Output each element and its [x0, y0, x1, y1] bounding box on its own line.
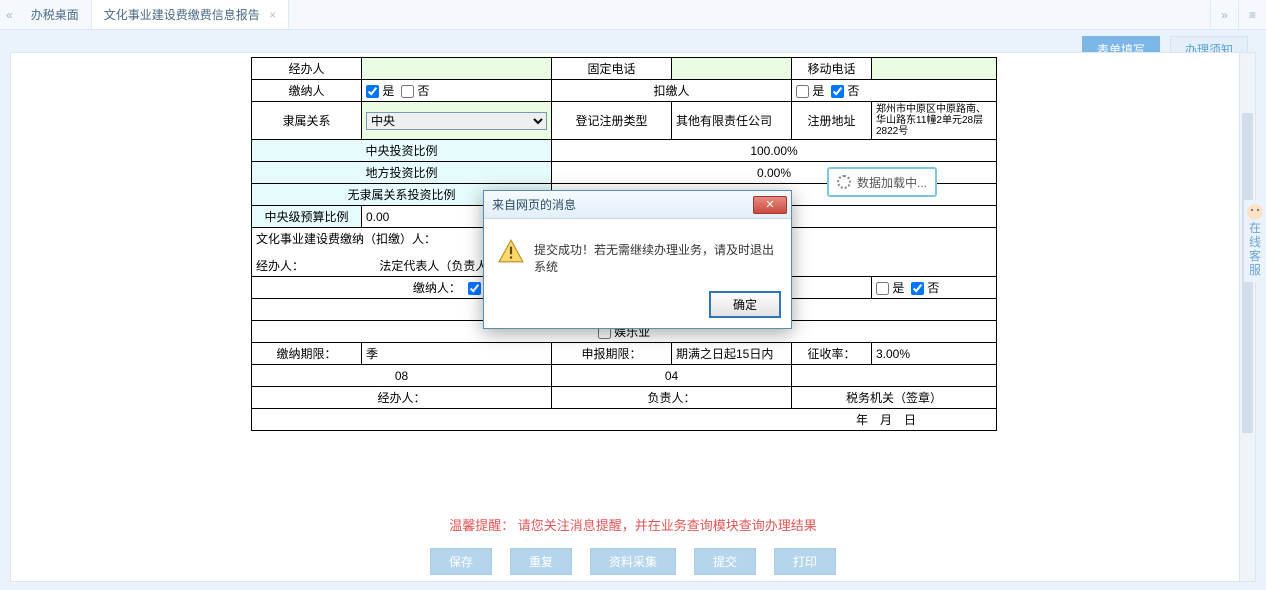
warning-icon [498, 239, 524, 263]
checkbox-right-no[interactable] [911, 282, 924, 295]
table-row: 缴纳期限： 季 申报期限： 期满之日起15日内 征收率： 3.00% [252, 343, 997, 365]
tabs-menu-icon[interactable]: ≡ [1238, 1, 1266, 29]
footer-tip: 温馨提醒： 请您关注消息提醒，并在业务查询模块查询办理结果 [11, 515, 1255, 534]
value-08: 08 [252, 365, 552, 387]
value-zhongyangtz: 100.00% [552, 140, 997, 162]
checkbox-kjr-yes[interactable] [796, 85, 809, 98]
table-row: 年 月 日 [252, 409, 997, 431]
label-difangtz: 地方投资比例 [252, 162, 552, 184]
dialog-ok-button[interactable]: 确定 [709, 291, 781, 318]
cell-lishuguanxi: 中央 [362, 102, 552, 140]
checkbox-jnr-no[interactable] [401, 85, 414, 98]
tab-label: 文化事业建设费缴费信息报告 [104, 8, 260, 22]
table-row: 中央投资比例 100.00% [252, 140, 997, 162]
dialog-close-button[interactable]: ✕ [753, 196, 787, 214]
select-lishuguanxi[interactable]: 中央 [366, 112, 547, 130]
label-jingbanren: 经办人 [252, 58, 362, 80]
table-row: 经办人： 负责人： 税务机关（签章） [252, 387, 997, 409]
value-shenbaoqixian: 期满之日起15日内 [672, 343, 792, 365]
value-04: 04 [552, 365, 792, 387]
label-dengjileixing: 登记注册类型 [552, 102, 672, 140]
cell-jiaonaren-opts: 是 否 [362, 80, 552, 102]
avatar-icon [1247, 204, 1263, 220]
submit-button[interactable]: 提交 [694, 548, 756, 575]
dialog-message: 提交成功！若无需继续办理业务，请及时退出系统 [534, 239, 777, 275]
loading-indicator: 数据加载中... [827, 167, 937, 197]
label-shuiwujiguan: 税务机关（签章） [792, 387, 997, 409]
label-zhongyangys: 中央级预算比例 [252, 206, 362, 228]
value-zhucedizhi: 郑州市中原区中原路南、华山路东11幢2单元28层2822号 [872, 102, 997, 140]
label-date: 年 月 日 [252, 409, 997, 431]
close-icon[interactable]: × [269, 8, 276, 22]
tab-label: 办税桌面 [31, 8, 79, 22]
checkbox-jnr-yes[interactable] [366, 85, 379, 98]
label-yidongdianhua: 移动电话 [792, 58, 872, 80]
footer: 温馨提醒： 请您关注消息提醒，并在业务查询模块查询办理结果 保存 重复 资料采集… [11, 515, 1255, 575]
label-zhengshoulv: 征收率： [792, 343, 872, 365]
label-gudingdianhua: 固定电话 [552, 58, 672, 80]
checkbox-jnr2-yes[interactable] [468, 282, 481, 295]
tab-bar: « 办税桌面 文化事业建设费缴费信息报告 × » ≡ [0, 0, 1266, 30]
label-zhongyangtz: 中央投资比例 [252, 140, 552, 162]
online-service-button[interactable]: 在线客服 [1244, 200, 1266, 282]
side-label: 在线客服 [1249, 221, 1261, 277]
label-zhucedizhi: 注册地址 [792, 102, 872, 140]
label-jiaonaren: 缴纳人 [252, 80, 362, 102]
cell-jnr2-right: 是 否 [872, 277, 997, 299]
label-koujiaoren: 扣缴人 [552, 80, 792, 102]
save-button[interactable]: 保存 [430, 548, 492, 575]
input-gudingdianhua[interactable] [672, 58, 792, 80]
input-jingbanren[interactable] [362, 58, 552, 80]
tabs-next-icon[interactable]: » [1210, 1, 1238, 29]
value-zhengshoulv: 3.00% [872, 343, 997, 365]
spinner-icon [837, 175, 851, 189]
table-row: 经办人 固定电话 移动电话 [252, 58, 997, 80]
label-lishuguanxi: 隶属关系 [252, 102, 362, 140]
block-jbr: 经办人： [256, 257, 376, 274]
print-button[interactable]: 打印 [774, 548, 836, 575]
tab-report[interactable]: 文化事业建设费缴费信息报告 × [92, 0, 289, 29]
cell-koujiaoren-opts: 是 否 [792, 80, 997, 102]
repeat-button[interactable]: 重复 [510, 548, 572, 575]
label-jbr2: 经办人： [252, 387, 552, 409]
tabs-prev-icon[interactable]: « [6, 8, 13, 22]
dialog-title: 来自网页的消息 [492, 196, 576, 213]
cell-empty [792, 365, 997, 387]
label-fuzeren: 负责人： [552, 387, 792, 409]
value-jiaonaqixian: 季 [362, 343, 552, 365]
vertical-scrollbar[interactable] [1239, 53, 1255, 581]
dialog-titlebar[interactable]: 来自网页的消息 ✕ [484, 191, 791, 219]
loading-text: 数据加载中... [857, 174, 927, 191]
input-yidongdianhua[interactable] [872, 58, 997, 80]
table-row: 隶属关系 中央 登记注册类型 其他有限责任公司 注册地址 郑州市中原区中原路南、… [252, 102, 997, 140]
table-row: 缴纳人 是 否 扣缴人 是 否 [252, 80, 997, 102]
material-button[interactable]: 资料采集 [590, 548, 676, 575]
tab-desktop[interactable]: 办税桌面 [19, 0, 92, 29]
value-dengjileixing: 其他有限责任公司 [672, 102, 792, 140]
label-jiaonaqixian: 缴纳期限： [252, 343, 362, 365]
message-dialog: 来自网页的消息 ✕ 提交成功！若无需继续办理业务，请及时退出系统 确定 [483, 190, 792, 329]
checkbox-right-yes[interactable] [876, 282, 889, 295]
table-row: 08 04 [252, 365, 997, 387]
checkbox-kjr-no[interactable] [831, 85, 844, 98]
label-shenbaoqixian: 申报期限： [552, 343, 672, 365]
